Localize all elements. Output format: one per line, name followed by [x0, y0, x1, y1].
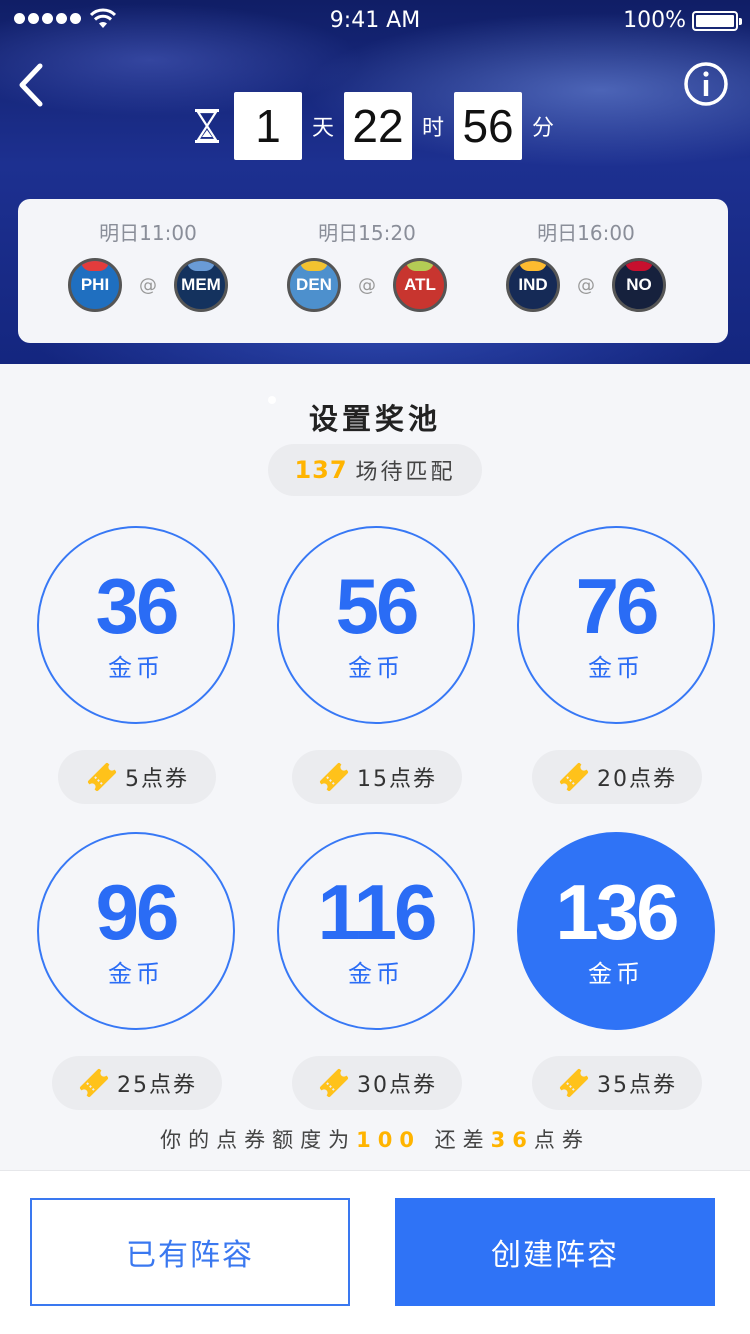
coin-amount: 116 [317, 867, 438, 956]
prize-option[interactable]: 136 金币 35点券 [517, 832, 717, 1110]
coin-unit: 金币 [588, 959, 644, 988]
coin-amount: 76 [575, 561, 660, 650]
match-time: 明日15:20 [318, 221, 416, 245]
match-schedule-card[interactable]: 明日11:00 PHI @ MEM 明日15:20 DEN @ ATL 明日16… [18, 199, 728, 343]
status-bar: 9:41 AM 100% [0, 0, 750, 40]
ticket-cost-pill: 5点券 [58, 750, 216, 804]
team-logo-phi: PHI [68, 258, 122, 312]
quota-amount: 100 [356, 1128, 421, 1152]
prize-option[interactable]: 116 金币 30点券 [277, 832, 477, 1110]
coin-circle[interactable]: 76 金币 [517, 526, 715, 724]
coin-unit: 金币 [588, 653, 644, 682]
coin-unit: 金币 [108, 653, 164, 682]
quota-middle: 还差 [434, 1128, 491, 1152]
coin-unit: 金币 [108, 959, 164, 988]
match-time: 明日11:00 [99, 221, 197, 245]
coin-circle[interactable]: 56 金币 [277, 526, 475, 724]
pending-count: 137 [294, 456, 348, 484]
ticket-icon [559, 1068, 589, 1098]
prize-option[interactable]: 96 金币 25点券 [37, 832, 237, 1110]
battery-icon [692, 11, 742, 31]
info-button[interactable] [682, 60, 730, 108]
ticket-cost: 20点券 [597, 767, 677, 792]
ticket-cost-pill: 35点券 [532, 1056, 702, 1110]
ticket-quota-line: 你的点券额度为100 还差36点券 [0, 1124, 750, 1154]
team-logo-den: DEN [287, 258, 341, 312]
match-item[interactable]: 明日16:00 IND @ NO [506, 217, 666, 312]
coin-circle[interactable]: 116 金币 [277, 832, 475, 1030]
ticket-icon [559, 762, 589, 792]
countdown-minutes-unit: 分 [532, 116, 555, 141]
header-banner: 9:41 AM 100% 1 天 22 时 56 分 明日11:00 PHI @… [0, 0, 750, 364]
countdown-days: 1 [234, 92, 302, 160]
chevron-left-icon [19, 63, 43, 107]
bottom-action-bar: 已有阵容 创建阵容 [0, 1170, 750, 1334]
ticket-cost: 15点券 [357, 767, 437, 792]
coin-unit: 金币 [348, 959, 404, 988]
info-icon [684, 62, 728, 106]
prize-option[interactable]: 56 金币 15点券 [277, 526, 477, 804]
ticket-cost-pill: 20点券 [532, 750, 702, 804]
versus-symbol: @ [139, 274, 157, 296]
match-item[interactable]: 明日11:00 PHI @ MEM [68, 217, 228, 312]
ticket-cost: 30点券 [357, 1073, 437, 1098]
battery-percent: 100% [623, 8, 686, 33]
team-logo-mem: MEM [174, 258, 228, 312]
countdown-days-unit: 天 [312, 116, 335, 141]
coin-circle[interactable]: 36 金币 [37, 526, 235, 724]
coin-amount: 136 [555, 867, 679, 956]
quota-suffix: 点券 [533, 1128, 590, 1152]
ticket-cost-pill: 25点券 [52, 1056, 222, 1110]
countdown-timer: 1 天 22 时 56 分 [194, 92, 564, 160]
versus-symbol: @ [577, 274, 595, 296]
ticket-icon [319, 762, 349, 792]
match-time: 明日16:00 [537, 221, 635, 245]
hourglass-icon [195, 109, 219, 143]
existing-lineup-button[interactable]: 已有阵容 [30, 1198, 350, 1306]
ticket-icon [87, 762, 117, 792]
coin-amount: 36 [95, 561, 180, 650]
section-title: 设置奖池 [308, 402, 441, 436]
pending-match-pill: 137 场待匹配 [268, 444, 482, 496]
coin-circle[interactable]: 136 金币 [517, 832, 715, 1030]
team-logo-ind: IND [506, 258, 560, 312]
prize-option[interactable]: 36 金币 5点券 [37, 526, 237, 804]
coin-circle[interactable]: 96 金币 [37, 832, 235, 1030]
coin-amount: 96 [95, 867, 180, 956]
ticket-cost-pill: 30点券 [292, 1056, 462, 1110]
coin-unit: 金币 [348, 653, 404, 682]
ticket-cost: 25点券 [117, 1073, 197, 1098]
ticket-icon [319, 1068, 349, 1098]
match-item[interactable]: 明日15:20 DEN @ ATL [287, 217, 447, 312]
coin-amount: 56 [335, 561, 420, 650]
prize-option[interactable]: 76 金币 20点券 [517, 526, 717, 804]
back-button[interactable] [14, 60, 54, 110]
quota-prefix: 你的点券额度为 [160, 1128, 357, 1152]
pending-label: 场待匹配 [355, 460, 456, 485]
countdown-hours-unit: 时 [422, 116, 445, 141]
team-logo-atl: ATL [393, 258, 447, 312]
countdown-hours: 22 [344, 92, 413, 160]
ticket-cost: 35点券 [597, 1073, 677, 1098]
ticket-cost: 5点券 [125, 767, 189, 792]
team-logo-no: NO [612, 258, 666, 312]
ticket-cost-pill: 15点券 [292, 750, 462, 804]
versus-symbol: @ [358, 274, 376, 296]
create-lineup-button[interactable]: 创建阵容 [395, 1198, 715, 1306]
quota-missing: 36 [490, 1128, 534, 1152]
countdown-minutes: 56 [454, 92, 523, 160]
ticket-icon [79, 1068, 109, 1098]
